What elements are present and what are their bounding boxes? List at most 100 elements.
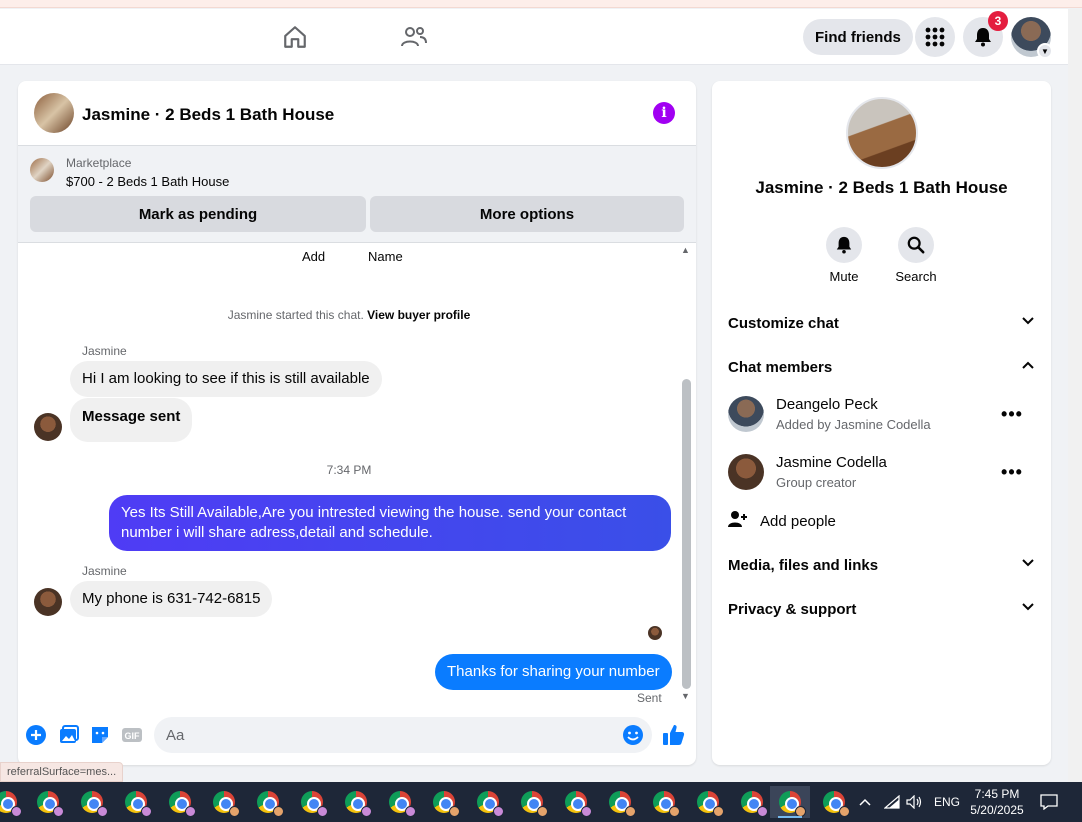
system-clock[interactable]: 7:45 PM 5/20/2025 [962,786,1032,818]
chrome-icon [779,791,806,817]
scroll-up-icon[interactable]: ▲ [681,245,690,255]
network-icon[interactable] [884,782,900,822]
photo-icon[interactable] [56,723,80,747]
member-name: Deangelo Peck [776,396,878,413]
more-options-icon[interactable]: ••• [998,400,1026,428]
sticker-icon[interactable] [88,723,112,747]
mute-action[interactable]: Mute [814,227,874,284]
customize-chat-section[interactable]: Customize chat [728,309,1035,337]
search-icon[interactable] [898,227,934,263]
menu-grid-icon[interactable] [915,17,955,57]
info-icon[interactable]: i [653,102,675,124]
chrome-taskbar-icon[interactable] [424,786,464,818]
system-message: Jasmine started this chat. View buyer pr… [18,308,680,322]
sender-avatar[interactable] [34,413,62,441]
message-bubble-incoming[interactable]: Hi I am looking to see if this is still … [70,361,382,397]
message-bubble-incoming[interactable]: Message sent [70,398,193,442]
chrome-taskbar-icon[interactable] [380,786,420,818]
chrome-icon [823,791,850,817]
show-hidden-icons[interactable] [858,782,872,822]
chrome-icon [653,791,680,817]
profile-badge-icon [713,806,724,817]
chrome-taskbar-icon[interactable] [512,786,552,818]
chrome-taskbar-icon[interactable] [770,786,810,818]
chrome-taskbar-icon[interactable] [116,786,156,818]
privacy-support-section[interactable]: Privacy & support [728,595,1035,623]
panel-title: Jasmine · 2 Beds 1 Bath House [755,178,1008,197]
sender-avatar[interactable] [34,588,62,616]
search-action[interactable]: Search [886,227,946,284]
chrome-taskbar-icon[interactable] [292,786,332,818]
chrome-taskbar-icon[interactable] [732,786,772,818]
view-buyer-profile-link[interactable]: View buyer profile [367,308,470,322]
profile-badge-icon [757,806,768,817]
member-row[interactable]: Deangelo Peck Added by Jasmine Codella •… [728,394,1035,434]
clock-time: 7:45 PM [974,787,1020,801]
message-scroll-thumb[interactable] [682,379,691,689]
chrome-icon [609,791,636,817]
profile-badge-icon [11,806,22,817]
chevron-down-icon [1021,600,1035,618]
system-message-text: Jasmine started this chat. [227,308,364,322]
message-bubble-outgoing[interactable]: Thanks for sharing your number [435,654,672,690]
chrome-taskbar-icon[interactable] [336,786,376,818]
chrome-taskbar-icon[interactable] [468,786,508,818]
listing-thumbnail[interactable] [30,158,54,182]
media-files-section[interactable]: Media, files and links [728,551,1035,579]
find-friends-button[interactable]: Find friends [803,19,913,55]
chrome-taskbar-icon[interactable] [0,786,26,818]
chrome-icon [169,791,196,817]
member-avatar[interactable] [728,454,764,490]
language-indicator[interactable]: ENG [934,782,960,822]
search-label: Search [895,269,937,284]
chat-members-section[interactable]: Chat members [728,353,1035,381]
message-bubble-outgoing[interactable]: Yes Its Still Available,Are you intreste… [109,495,671,551]
member-row[interactable]: Jasmine Codella Group creator ••• [728,452,1035,492]
chat-avatar[interactable] [34,93,74,133]
mark-as-pending-button[interactable]: Mark as pending [30,196,366,232]
chrome-taskbar-icon[interactable] [160,786,200,818]
message-composer: GIF [18,705,696,765]
more-options-icon[interactable]: ••• [998,458,1026,486]
member-avatar[interactable] [728,396,764,432]
listing-title[interactable]: $700 - 2 Beds 1 Bath House [66,174,229,189]
message-input[interactable] [154,717,594,753]
privacy-support-label: Privacy & support [728,600,857,618]
clock-date: 5/20/2025 [970,803,1024,817]
page-scrollbar[interactable] [1068,9,1082,782]
message-bubble-incoming[interactable]: My phone is 631-742-6815 [70,581,273,617]
message-list[interactable]: Add Name Jasmine started this chat. View… [18,243,696,705]
scroll-down-icon[interactable]: ▼ [681,691,690,701]
profile-badge-icon [795,806,806,817]
chrome-taskbar-icon[interactable] [688,786,728,818]
profile-badge-icon [405,806,416,817]
chrome-taskbar-icon[interactable] [248,786,288,818]
chrome-icon [697,791,724,817]
chrome-icon [389,791,416,817]
chat-profile-avatar[interactable] [846,97,918,169]
chrome-taskbar-icon[interactable] [644,786,684,818]
chrome-taskbar-icon[interactable] [28,786,68,818]
notifications-chat-icon[interactable] [1040,782,1058,822]
chat-title[interactable]: Jasmine · 2 Beds 1 Bath House [82,105,334,125]
more-options-button[interactable]: More options [370,196,684,232]
chrome-taskbar-icon[interactable] [556,786,596,818]
emoji-icon[interactable] [622,724,644,746]
chevron-down-icon[interactable]: ▼ [1037,43,1053,59]
chevron-down-icon [1021,556,1035,574]
chrome-taskbar-icon[interactable] [72,786,112,818]
volume-icon[interactable] [906,782,924,822]
bell-icon[interactable] [826,227,862,263]
home-icon[interactable] [279,21,311,53]
chat-window: Jasmine · 2 Beds 1 Bath House i Marketpl… [18,81,696,765]
thumbs-up-icon[interactable] [662,723,686,747]
chrome-taskbar-icon[interactable] [204,786,244,818]
friends-icon[interactable] [398,21,430,53]
plus-circle-icon[interactable] [24,723,48,747]
gif-icon[interactable]: GIF [120,723,144,747]
chrome-taskbar-icon[interactable] [814,786,854,818]
chrome-taskbar-icon[interactable] [600,786,640,818]
add-people-button[interactable]: Add people [728,509,836,533]
notification-count-badge: 3 [988,11,1008,31]
chrome-icon [741,791,768,817]
